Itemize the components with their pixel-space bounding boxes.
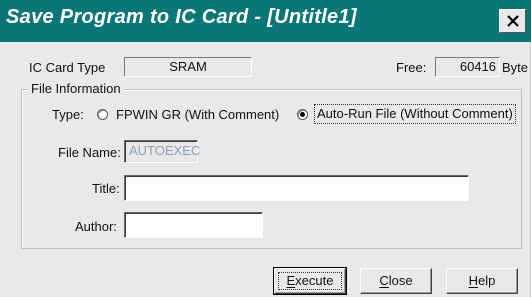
author-label: Author: bbox=[75, 219, 117, 234]
ic-card-type-label: IC Card Type bbox=[29, 60, 106, 75]
close-icon bbox=[506, 15, 519, 27]
radio-selected-dot bbox=[300, 112, 305, 117]
free-unit-label: Byte bbox=[502, 60, 529, 75]
type-label: Type: bbox=[52, 107, 84, 122]
file-information-legend: File Information bbox=[28, 81, 124, 96]
help-button[interactable]: Help bbox=[446, 268, 518, 294]
window-title: Save Program to IC Card - [Untitle1] bbox=[6, 6, 357, 28]
title-input[interactable] bbox=[124, 175, 469, 201]
file-name-label: File Name: bbox=[58, 145, 121, 160]
save-program-dialog: Save Program to IC Card - [Untitle1] IC … bbox=[0, 0, 531, 297]
title-label: Title: bbox=[92, 181, 120, 196]
title-bar[interactable]: Save Program to IC Card - [Untitle1] bbox=[0, 0, 531, 42]
file-name-field: AUTOEXEC bbox=[124, 140, 200, 163]
execute-button[interactable]: Execute bbox=[273, 267, 347, 295]
author-input[interactable] bbox=[124, 212, 263, 238]
free-bytes-value: 60416 bbox=[435, 57, 500, 77]
close-button[interactable]: Close bbox=[360, 268, 432, 294]
radio-fpwin-gr[interactable] bbox=[97, 109, 108, 120]
radio-auto-run-label[interactable]: Auto-Run File (Without Comment) bbox=[314, 104, 516, 124]
ic-card-type-value: SRAM bbox=[124, 57, 252, 77]
radio-auto-run[interactable] bbox=[297, 109, 308, 120]
radio-fpwin-gr-label[interactable]: FPWIN GR (With Comment) bbox=[116, 107, 279, 122]
free-label: Free: bbox=[396, 60, 427, 75]
close-window-button[interactable] bbox=[499, 9, 526, 33]
